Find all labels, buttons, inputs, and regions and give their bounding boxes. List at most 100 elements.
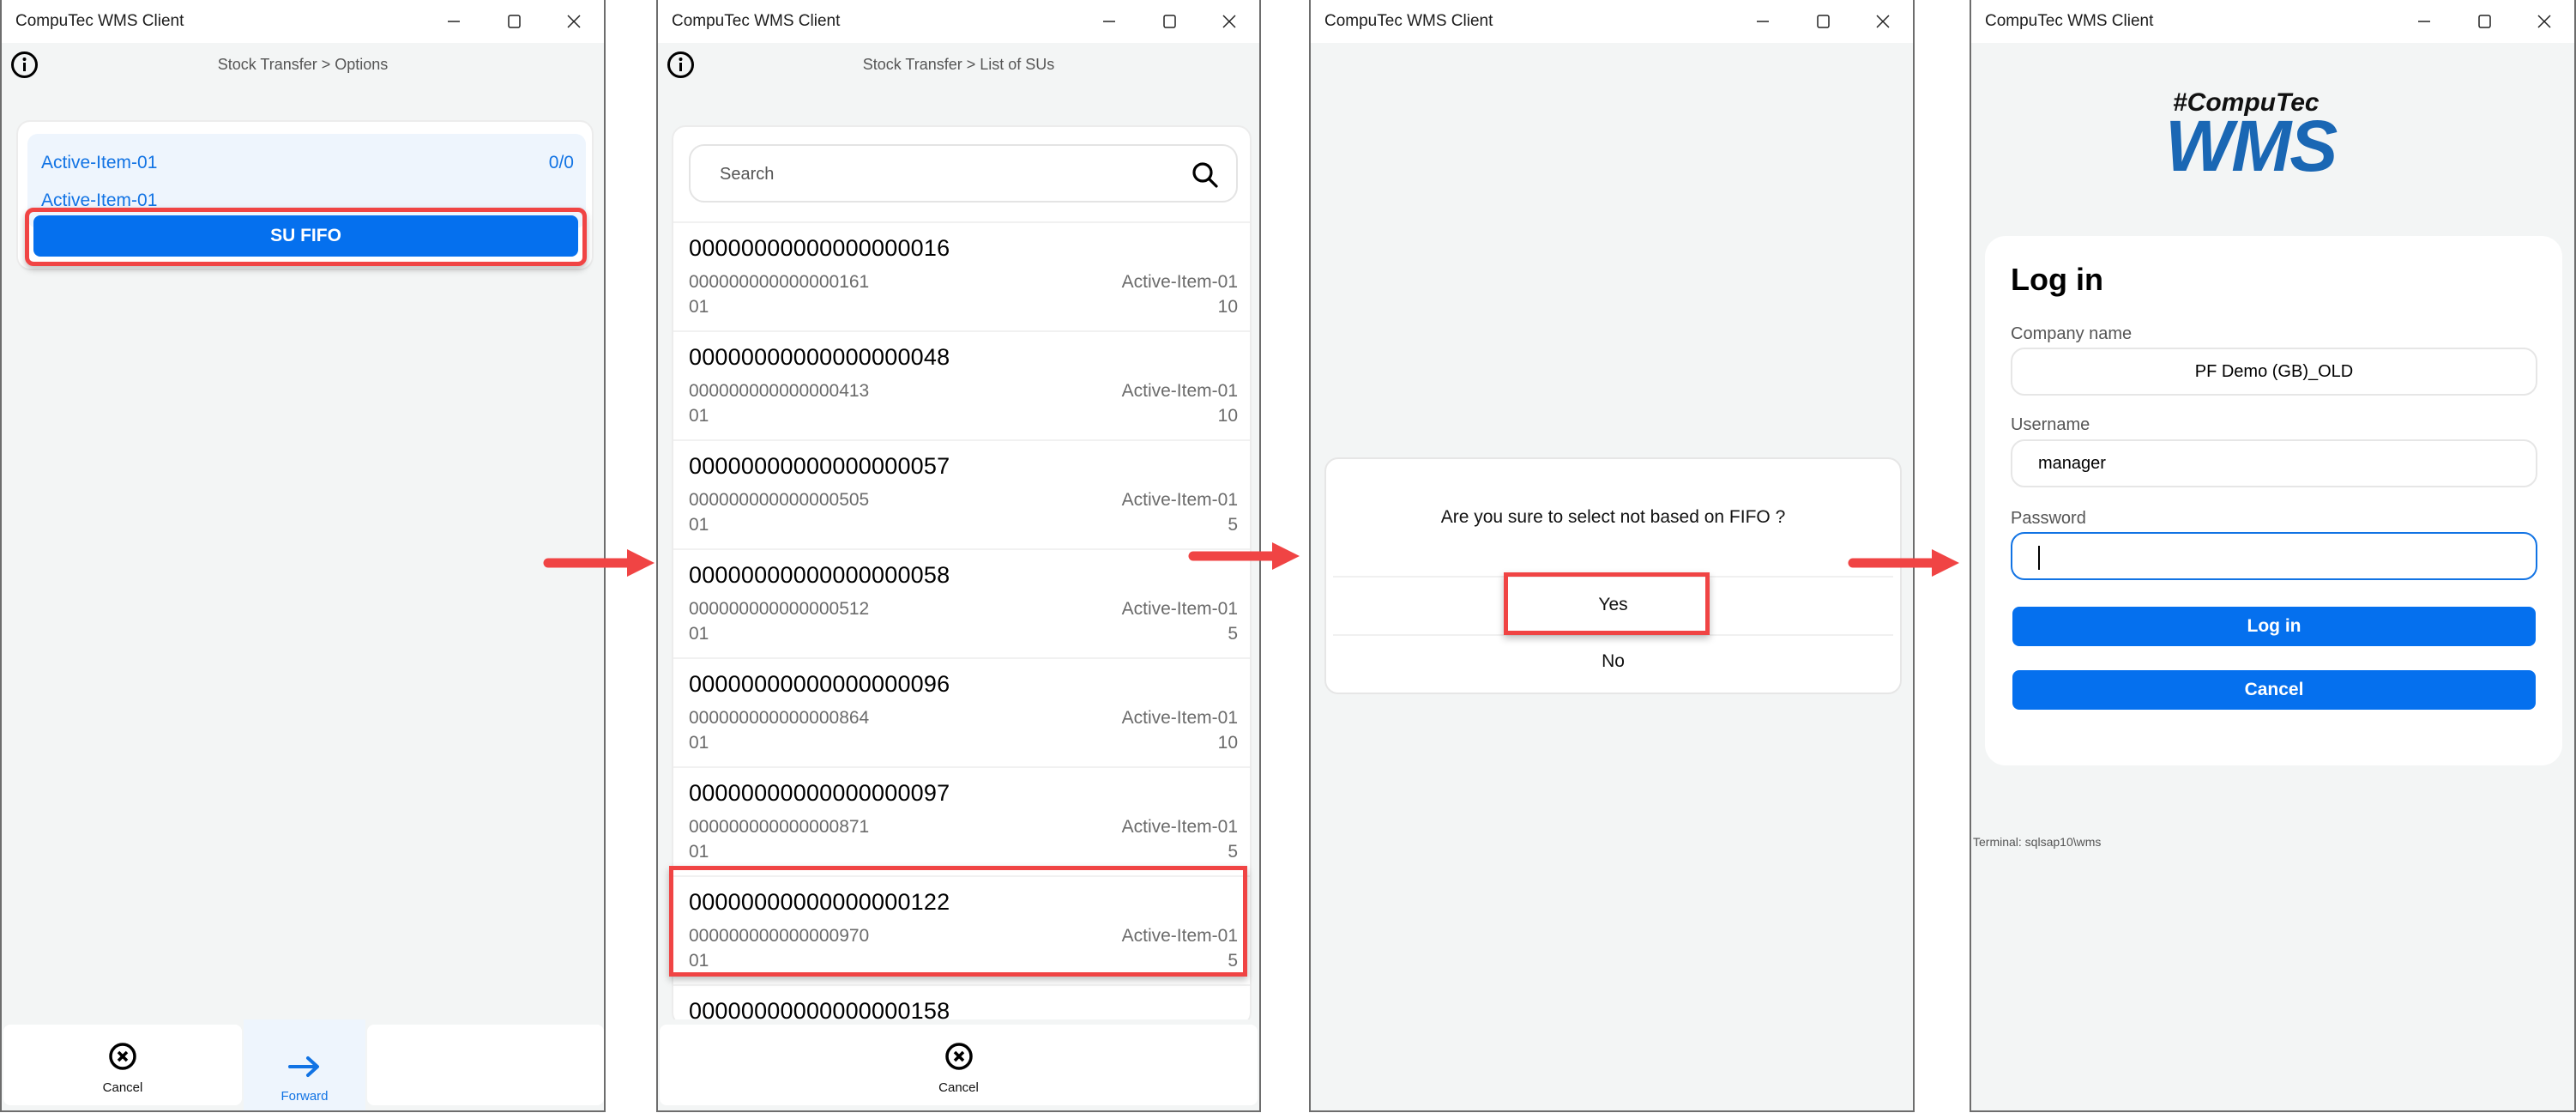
password-label: Password bbox=[2011, 509, 2086, 528]
forward-button[interactable]: Forward bbox=[244, 1019, 365, 1110]
su-sub-code: 000000000000000512 bbox=[689, 599, 870, 619]
forward-label: Forward bbox=[281, 1089, 329, 1104]
cancel-button[interactable]: Cancel bbox=[2012, 670, 2536, 710]
su-list-item[interactable]: 00000000000000000057 000000000000000505 01… bbox=[673, 439, 1250, 548]
su-warehouse: 01 bbox=[689, 406, 709, 426]
su-list-item[interactable]: 00000000000000000016 000000000000000161 01… bbox=[673, 221, 1250, 330]
breadcrumb: Stock Transfer > Options bbox=[2, 50, 604, 79]
flow-arrow-icon bbox=[543, 549, 655, 577]
su-warehouse: 01 bbox=[689, 297, 709, 317]
su-sub-code: 000000000000000161 bbox=[689, 272, 870, 292]
flow-arrow-icon bbox=[1188, 542, 1300, 570]
breadcrumb-text: Stock Transfer > List of SUs bbox=[862, 55, 1055, 73]
login-button[interactable]: Log in bbox=[2012, 607, 2536, 646]
su-item: Active-Item-01 bbox=[1121, 272, 1238, 292]
title-bar: CompuTec WMS Client bbox=[2, 0, 604, 43]
search-input[interactable]: Search bbox=[689, 144, 1238, 203]
su-item: Active-Item-01 bbox=[1121, 490, 1238, 510]
su-quantity: 5 bbox=[1228, 515, 1238, 535]
window-login: CompuTec WMS Client #CompuTec WMS Log in… bbox=[1970, 0, 2576, 1112]
title-bar: CompuTec WMS Client bbox=[1311, 0, 1913, 43]
minimize-icon[interactable] bbox=[424, 0, 484, 43]
app-title: CompuTec WMS Client bbox=[1324, 12, 1493, 30]
minimize-icon[interactable] bbox=[1079, 0, 1139, 43]
computec-wms-logo: #CompuTec WMS bbox=[2134, 86, 2392, 186]
su-warehouse: 01 bbox=[689, 515, 709, 535]
su-quantity: 10 bbox=[1217, 733, 1238, 753]
maximize-icon[interactable] bbox=[1139, 0, 1199, 43]
breadcrumb-text: Stock Transfer > Options bbox=[217, 55, 389, 73]
su-warehouse: 01 bbox=[689, 624, 709, 644]
su-code: 00000000000000000096 bbox=[689, 671, 950, 697]
su-code: 00000000000000000058 bbox=[689, 562, 950, 588]
close-icon[interactable] bbox=[1853, 0, 1913, 43]
cancel-label: Cancel bbox=[938, 1080, 979, 1095]
search-icon[interactable] bbox=[1191, 161, 1219, 193]
maximize-icon[interactable] bbox=[1793, 0, 1853, 43]
login-form: Log in Company name PF Demo (GB)_OLD Use… bbox=[1985, 236, 2562, 765]
su-quantity: 10 bbox=[1217, 297, 1238, 317]
workflow-screenshot: CompuTec WMS Client Stock Transfer > Opt… bbox=[0, 0, 2576, 1113]
su-item: Active-Item-01 bbox=[1121, 599, 1238, 619]
su-quantity: 5 bbox=[1228, 624, 1238, 644]
cancel-label: Cancel bbox=[102, 1080, 143, 1095]
username-field[interactable]: manager bbox=[2011, 439, 2537, 487]
bottom-nav: Cancel Forward bbox=[2, 1019, 604, 1110]
su-item: Active-Item-01 bbox=[1121, 817, 1238, 837]
su-sub-code: 000000000000000864 bbox=[689, 708, 870, 728]
item-quantity: 0/0 bbox=[548, 153, 574, 172]
su-quantity: 5 bbox=[1228, 842, 1238, 862]
close-icon[interactable] bbox=[544, 0, 604, 43]
username-value: manager bbox=[2038, 453, 2106, 473]
item-code: Active-Item-01 bbox=[41, 153, 158, 172]
cancel-circle-icon bbox=[108, 1042, 137, 1075]
window-stock-transfer-options: CompuTec WMS Client Stock Transfer > Opt… bbox=[0, 0, 606, 1112]
minimize-icon[interactable] bbox=[2394, 0, 2454, 43]
bottom-nav: Cancel bbox=[658, 1019, 1259, 1110]
su-item: Active-Item-01 bbox=[1121, 708, 1238, 728]
close-icon[interactable] bbox=[2514, 0, 2574, 43]
cancel-circle-icon bbox=[944, 1042, 974, 1075]
password-field[interactable] bbox=[2011, 532, 2537, 580]
maximize-icon[interactable] bbox=[2454, 0, 2514, 43]
su-sub-code: 000000000000000871 bbox=[689, 817, 870, 837]
su-fifo-button[interactable]: SU FIFO bbox=[33, 215, 578, 257]
no-button[interactable]: No bbox=[1326, 636, 1900, 687]
cancel-button[interactable]: Cancel bbox=[3, 1025, 242, 1105]
su-list-item[interactable]: 00000000000000000097 000000000000000871 01… bbox=[673, 766, 1250, 875]
username-label: Username bbox=[2011, 415, 2090, 434]
app-title: CompuTec WMS Client bbox=[1985, 12, 2154, 30]
title-bar: CompuTec WMS Client bbox=[1971, 0, 2574, 43]
minimize-icon[interactable] bbox=[1733, 0, 1793, 43]
su-list-item[interactable]: 00000000000000000096 000000000000000864 01… bbox=[673, 657, 1250, 766]
text-cursor bbox=[2038, 546, 2040, 570]
company-value: PF Demo (GB)_OLD bbox=[2194, 361, 2354, 381]
breadcrumb: Stock Transfer > List of SUs bbox=[658, 50, 1259, 79]
app-title: CompuTec WMS Client bbox=[672, 12, 841, 30]
empty-nav-slot bbox=[367, 1025, 604, 1105]
dialog-message: Are you sure to select not based on FIFO… bbox=[1440, 507, 1786, 527]
su-list-item[interactable]: 00000000000000000058 000000000000000512 01… bbox=[673, 548, 1250, 657]
arrow-right-icon bbox=[287, 1054, 322, 1084]
search-placeholder: Search bbox=[720, 165, 775, 184]
title-bar: CompuTec WMS Client bbox=[658, 0, 1259, 43]
su-sub-code: 000000000000000413 bbox=[689, 381, 870, 401]
app-title: CompuTec WMS Client bbox=[15, 12, 184, 30]
su-list-item[interactable]: 00000000000000000048 000000000000000413 01… bbox=[673, 330, 1250, 439]
su-code: 00000000000000000016 bbox=[689, 235, 950, 261]
highlight-box bbox=[669, 866, 1247, 977]
su-sub-code: 000000000000000505 bbox=[689, 490, 870, 510]
company-label: Company name bbox=[2011, 324, 2133, 343]
company-field[interactable]: PF Demo (GB)_OLD bbox=[2011, 348, 2537, 396]
window-fifo-confirmation: CompuTec WMS Client Are you sure to sele… bbox=[1309, 0, 1915, 1112]
maximize-icon[interactable] bbox=[484, 0, 544, 43]
su-quantity: 10 bbox=[1217, 406, 1238, 426]
logo-wordmark: WMS bbox=[2165, 106, 2338, 186]
su-warehouse: 01 bbox=[689, 842, 709, 862]
login-title: Log in bbox=[2011, 262, 2103, 297]
su-code: 00000000000000000057 bbox=[689, 453, 950, 479]
flow-arrow-icon bbox=[1848, 549, 1959, 577]
su-warehouse: 01 bbox=[689, 733, 709, 753]
close-icon[interactable] bbox=[1199, 0, 1259, 43]
cancel-button[interactable]: Cancel bbox=[660, 1025, 1258, 1105]
